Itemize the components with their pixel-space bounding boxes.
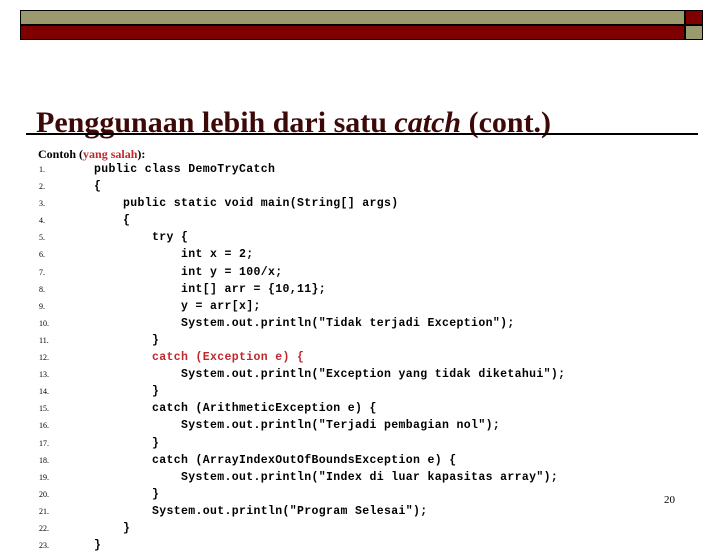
code-line-number: 12. (39, 353, 49, 363)
code-line-source: public static void main(String[] args) (65, 197, 399, 211)
code-line-source: } (65, 521, 131, 535)
code-line: 23. } (38, 539, 698, 556)
code-line: 2. { (38, 180, 698, 197)
code-line-number: 8. (39, 284, 45, 294)
code-line-source: y = arr[x]; (65, 299, 261, 313)
code-line: 20. } (38, 488, 698, 505)
code-line-source: int y = 100/x; (65, 265, 283, 279)
caption-warning-text: yang salah (83, 147, 138, 161)
code-line: 12. catch (Exception e) { (38, 351, 698, 368)
code-line-source: } (65, 333, 160, 347)
code-listing: 1. public class DemoTryCatch 2. {3. publi… (38, 163, 698, 556)
code-line-source: catch (ArithmeticException e) { (65, 402, 377, 416)
code-line: 19. System.out.println("Index di luar ka… (38, 471, 698, 488)
code-line: 15. catch (ArithmeticException e) { (38, 402, 698, 419)
code-line: 11. } (38, 334, 698, 351)
example-caption: Contoh (yang salah): (38, 147, 145, 161)
banner-red-long-bar (20, 25, 685, 40)
code-line-number: 13. (39, 370, 49, 380)
code-line-number: 19. (39, 472, 49, 482)
code-line: 6. int x = 2; (38, 248, 698, 265)
title-divider (26, 133, 698, 135)
code-line: 18. catch (ArrayIndexOutOfBoundsExceptio… (38, 454, 698, 471)
code-line-source: System.out.println("Terjadi pembagian no… (65, 419, 501, 433)
code-line-number: 1. (39, 165, 45, 174)
code-line-source: int x = 2; (65, 248, 254, 262)
code-line-number: 14. (39, 387, 49, 397)
code-line: 7. int y = 100/x; (38, 266, 698, 283)
code-line-number: 4. (39, 216, 45, 226)
code-line-source: System.out.println("Index di luar kapasi… (65, 470, 559, 484)
code-line-number: 16. (39, 421, 49, 431)
code-line-source: System.out.println("Exception yang tidak… (65, 368, 566, 382)
banner-bottom-row (20, 25, 703, 40)
code-line-number: 22. (39, 523, 49, 533)
code-line-source: try { (65, 231, 189, 245)
code-line-number: 10. (39, 318, 49, 328)
code-line-number: 15. (39, 404, 49, 414)
code-line-source: catch (Exception e) { (65, 351, 305, 365)
code-line-source: } (65, 436, 160, 450)
code-line-number: 18. (39, 455, 49, 465)
code-line-source: public class DemoTryCatch (65, 163, 276, 176)
page-number: 20 (664, 494, 675, 506)
code-line: 13. System.out.println("Exception yang t… (38, 368, 698, 385)
code-line-number: 23. (39, 541, 49, 551)
decorative-header-banner (20, 10, 703, 40)
code-line-number: 2. (39, 182, 45, 192)
code-line: 4. { (38, 214, 698, 231)
code-line-source: int[] arr = {10,11}; (65, 282, 327, 296)
code-line: 3. public static void main(String[] args… (38, 197, 698, 214)
code-line-number: 21. (39, 506, 49, 516)
code-line: 9. y = arr[x]; (38, 300, 698, 317)
code-line-source: System.out.println("Program Selesai"); (65, 504, 428, 518)
code-line-number: 20. (39, 489, 49, 499)
code-line-source: { (65, 180, 102, 194)
page-title: Penggunaan lebih dari satu catch (cont.) (36, 104, 696, 142)
code-line-source: System.out.println("Tidak terjadi Except… (65, 316, 515, 330)
code-line-number: 5. (39, 233, 45, 243)
code-line-source: { (65, 214, 131, 228)
code-line: 1. public class DemoTryCatch (38, 163, 698, 180)
code-line: 17. } (38, 437, 698, 454)
banner-red-tile-top (685, 10, 703, 25)
banner-top-row (20, 10, 703, 25)
code-line-source: catch (ArrayIndexOutOfBoundsException e)… (65, 453, 457, 467)
code-line-number: 11. (39, 335, 49, 345)
banner-olive-long-bar (20, 10, 685, 25)
code-line-source: } (65, 385, 160, 399)
code-line-number: 17. (39, 438, 49, 448)
code-line-number: 7. (39, 267, 45, 277)
code-line-number: 6. (39, 250, 45, 260)
code-line-source: } (65, 487, 160, 501)
code-line-number: 9. (39, 301, 45, 311)
code-line: 21. System.out.println("Program Selesai"… (38, 505, 698, 522)
code-line: 14. } (38, 385, 698, 402)
code-line-source: } (65, 539, 102, 553)
code-line: 22. } (38, 522, 698, 539)
code-line: 5. try { (38, 231, 698, 248)
code-line: 8. int[] arr = {10,11}; (38, 283, 698, 300)
caption-suffix: ): (137, 147, 146, 161)
caption-prefix: Contoh ( (38, 147, 84, 161)
banner-olive-tile-bottom (685, 25, 703, 40)
code-line: 10. System.out.println("Tidak terjadi Ex… (38, 317, 698, 334)
code-line-number: 3. (39, 199, 45, 209)
code-line: 16. System.out.println("Terjadi pembagia… (38, 419, 698, 436)
